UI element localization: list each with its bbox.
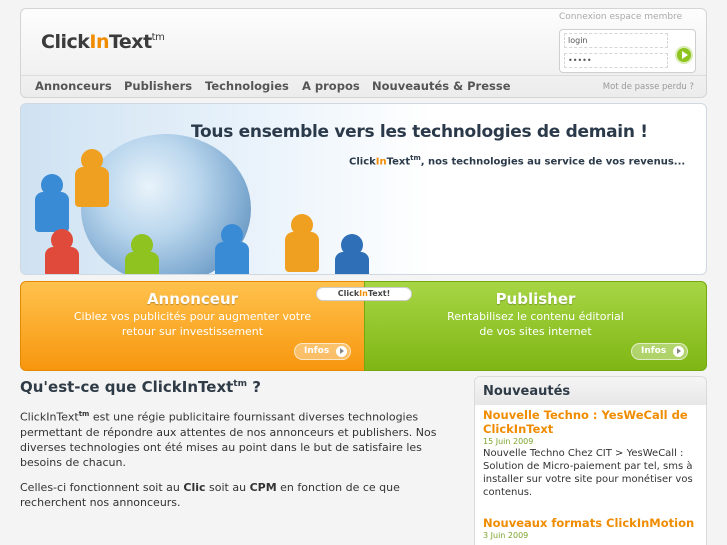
news-panel: Nouveautés Nouvelle Techno : YesWeCall d… [474, 376, 707, 545]
annonceur-text-line: retour sur investissement [121, 325, 264, 338]
nav-a-propos[interactable]: A propos [302, 79, 360, 93]
intro-brand: ClickInText [20, 410, 79, 424]
news-date: 15 Juin 2009 [483, 437, 534, 446]
nav-publishers[interactable]: Publishers [124, 79, 192, 93]
main-title-end: ? [246, 378, 261, 396]
info-button-label: Infos [304, 346, 330, 356]
banner-brand-click: Click [349, 156, 376, 168]
person-figure [35, 174, 69, 232]
person-figure [125, 234, 159, 274]
pricing-text-b: soit au [205, 481, 250, 494]
person-figure [45, 229, 79, 274]
badge-part-click: Click [337, 289, 360, 298]
annonceur-box[interactable]: Annonceur Ciblez vos publicités pour aug… [20, 281, 365, 371]
intro-tm: tm [78, 410, 90, 418]
nav-annonceurs[interactable]: Annonceurs [35, 79, 112, 93]
logo-part-click: Click [41, 31, 90, 53]
publisher-text-line: de vos sites internet [479, 325, 592, 338]
banner-brand-in: In [375, 156, 387, 168]
news-header: Nouveautés [475, 377, 706, 405]
pricing-paragraph: Celles-ci fonctionnent soit au Clic soit… [20, 480, 455, 510]
login-submit-button[interactable] [675, 46, 693, 64]
news-title: Nouveautés [483, 384, 571, 399]
login-input[interactable]: login [564, 33, 668, 48]
person-figure [215, 224, 249, 274]
login-title: Connexion espace membre [559, 12, 683, 22]
info-button-label: Infos [641, 346, 667, 356]
news-item: Nouvelle Techno : YesWeCall de ClickInTe… [483, 408, 697, 499]
news-headline[interactable]: Nouvelle Techno : YesWeCall de ClickInTe… [483, 408, 697, 436]
publisher-text: Rentabilisez le contenu éditorial de vos… [365, 309, 706, 339]
news-headline[interactable]: Nouveaux formats ClickInMotion [483, 516, 697, 530]
banner-subtitle: ClickInTexttm, nos technologies au servi… [349, 154, 685, 167]
person-figure [335, 234, 369, 274]
publisher-info-button[interactable]: Infos [631, 343, 688, 360]
pricing-cpm: CPM [249, 481, 277, 494]
intro-paragraph: ClickInTexttm est une régie publicitaire… [20, 407, 455, 470]
annonceur-info-button[interactable]: Infos [294, 343, 351, 360]
password-input[interactable]: ••••• [564, 53, 668, 68]
news-date: 3 Juin 2009 [483, 531, 529, 540]
badge-part-text: Text! [367, 289, 391, 298]
publisher-box[interactable]: Publisher Rentabilisez le contenu éditor… [364, 281, 707, 371]
badge-part-in: In [359, 289, 368, 298]
annonceur-title: Annonceur [146, 290, 239, 308]
news-item: Nouveaux formats ClickInMotion 3 Juin 20… [483, 516, 697, 541]
banner-tm: tm [410, 154, 421, 162]
person-figure [285, 214, 319, 272]
arrow-right-icon [336, 346, 347, 357]
main-title: Qu'est-ce que ClickInTexttm ? [20, 378, 261, 396]
main-title-tm: tm [233, 379, 247, 389]
forgot-password-link[interactable]: Mot de passe perdu ? [603, 82, 694, 92]
main-nav: Annonceurs Publishers Technologies A pro… [21, 75, 706, 98]
logo-part-text: Text [108, 31, 152, 53]
nav-nouveautes-presse[interactable]: Nouveautés & Presse [372, 79, 511, 93]
site-logo[interactable]: ClickInTexttm [41, 31, 165, 53]
clickintext-badge: ClickInText! [316, 287, 412, 301]
login-box: login ••••• [559, 29, 696, 73]
site-header: ClickInTexttm Connexion espace membre lo… [20, 8, 707, 98]
banner-title: Tous ensemble vers les technologies de d… [191, 122, 648, 142]
annonceur-text: Ciblez vos publicités pour augmenter vot… [21, 309, 364, 339]
pricing-text-a: Celles-ci fonctionnent soit au [20, 481, 184, 494]
nav-technologies[interactable]: Technologies [205, 79, 289, 93]
intro-text: est une régie publicitaire fournissant d… [20, 410, 437, 469]
main-title-text: Qu'est-ce que ClickInText [20, 378, 234, 396]
annonceur-text-line: Ciblez vos publicités pour augmenter vot… [73, 310, 312, 323]
news-text: Nouvelle Techno Chez CIT > YesWeCall : S… [483, 448, 693, 498]
logo-tm: tm [151, 32, 165, 43]
banner-sub-text: , nos technologies au service de vos rev… [420, 156, 686, 168]
arrow-right-icon [673, 346, 684, 357]
person-figure [75, 149, 109, 207]
publisher-text-line: Rentabilisez le contenu éditorial [447, 310, 624, 323]
banner-brand-text: Text [386, 156, 411, 168]
pricing-clic: Clic [183, 481, 206, 494]
hero-banner: Tous ensemble vers les technologies de d… [20, 103, 707, 275]
logo-part-in: In [89, 31, 109, 53]
publisher-title: Publisher [495, 290, 576, 308]
